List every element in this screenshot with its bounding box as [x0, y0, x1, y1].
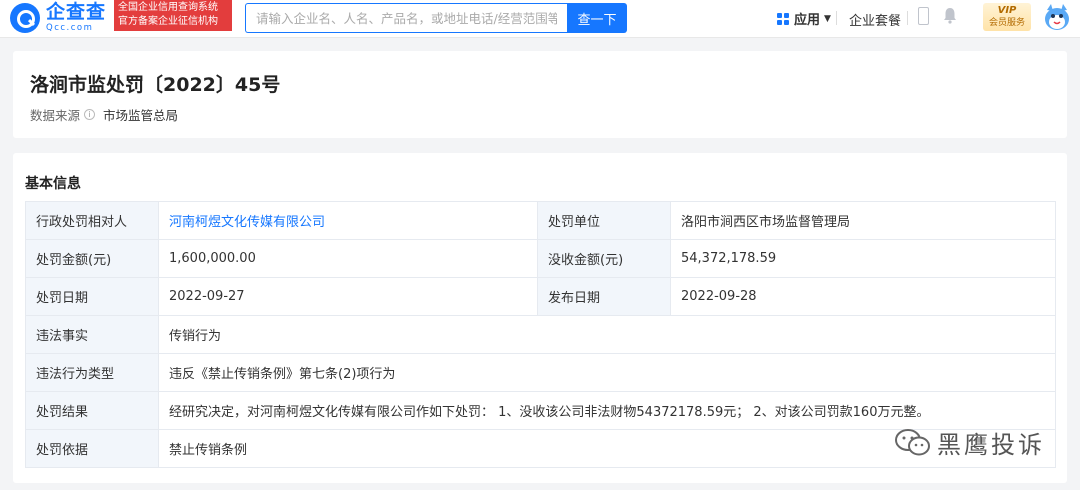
- field-label: 处罚金额(元): [25, 239, 159, 278]
- user-avatar-icon[interactable]: [1041, 2, 1073, 32]
- logo-domain: Qcc.com: [46, 23, 94, 34]
- field-value: 经研究决定，对河南柯煜文化传媒有限公司作如下处罚： 1、没收该公司非法财物543…: [158, 391, 1056, 430]
- search-input[interactable]: [245, 3, 567, 33]
- apps-grid-icon: [777, 12, 789, 25]
- field-label: 行政处罚相对人: [25, 201, 159, 240]
- field-label: 违法事实: [25, 315, 159, 354]
- search-button[interactable]: 查一下: [567, 3, 627, 33]
- logo-chinese-name: 企查查: [46, 1, 107, 24]
- page-title: 洛涧市监处罚〔2022〕45号: [30, 74, 281, 96]
- nav-enterprise-package[interactable]: 企业套餐: [849, 10, 901, 29]
- table-row: 违法行为类型 违反《禁止传销条例》第七条(2)项行为: [25, 353, 1056, 392]
- field-label: 没收金额(元): [537, 239, 671, 278]
- notification-bell-icon[interactable]: [943, 7, 957, 24]
- data-source-row: 数据来源 i 市场监管总局: [30, 105, 178, 124]
- field-value: 河南柯煜文化传媒有限公司: [158, 201, 538, 240]
- field-label: 处罚结果: [25, 391, 159, 430]
- field-value: 违反《禁止传销条例》第七条(2)项行为: [158, 353, 1056, 392]
- field-value: 传销行为: [158, 315, 1056, 354]
- penalty-title-card: 洛涧市监处罚〔2022〕45号 数据来源 i 市场监管总局: [13, 51, 1067, 138]
- field-label: 违法行为类型: [25, 353, 159, 392]
- magnifier-logo-icon: [10, 3, 40, 33]
- watermark: 黑鹰投诉: [893, 425, 1045, 460]
- data-source-value: 市场监管总局: [103, 108, 179, 123]
- table-row: 处罚结果 经研究决定，对河南柯煜文化传媒有限公司作如下处罚： 1、没收该公司非法…: [25, 391, 1056, 430]
- table-row: 处罚日期 2022-09-27 发布日期 2022-09-28: [25, 277, 1056, 316]
- vip-member-button[interactable]: VIP 会员服务: [983, 3, 1031, 31]
- field-label: 处罚依据: [25, 429, 159, 468]
- info-icon[interactable]: i: [84, 109, 96, 120]
- company-link[interactable]: 河南柯煜文化传媒有限公司: [169, 215, 325, 230]
- field-value: 1,600,000.00: [158, 239, 538, 278]
- data-source-label: 数据来源: [30, 108, 81, 123]
- field-label: 发布日期: [537, 277, 671, 316]
- field-label: 处罚日期: [25, 277, 159, 316]
- nav-divider: [836, 11, 837, 25]
- qcc-logo[interactable]: 企查查 Qcc.com: [10, 3, 106, 33]
- watermark-text: 黑鹰投诉: [937, 431, 1045, 459]
- nav-apps-menu[interactable]: 应用 ▼: [777, 9, 831, 28]
- official-badge: 全国企业信用查询系统 官方备案企业征信机构: [114, 0, 232, 31]
- table-row: 违法事实 传销行为: [25, 315, 1056, 354]
- field-value: 洛阳市涧西区市场监督管理局: [670, 201, 1056, 240]
- mobile-phone-icon[interactable]: [918, 7, 929, 25]
- section-title: 基本信息: [25, 176, 81, 192]
- nav-divider: [907, 11, 908, 25]
- field-value: 2022-09-27: [158, 277, 538, 316]
- field-label: 处罚单位: [537, 201, 671, 240]
- field-value: 54,372,178.59: [670, 239, 1056, 278]
- wechat-icon: [895, 428, 930, 455]
- caret-down-icon: ▼: [824, 13, 831, 24]
- table-row: 处罚金额(元) 1,600,000.00 没收金额(元) 54,372,178.…: [25, 239, 1056, 278]
- table-row: 行政处罚相对人 河南柯煜文化传媒有限公司 处罚单位 洛阳市涧西区市场监督管理局: [25, 201, 1056, 240]
- top-navigation-bar: 企查查 Qcc.com 全国企业信用查询系统 官方备案企业征信机构 查一下 应用…: [0, 0, 1080, 38]
- field-value: 2022-09-28: [670, 277, 1056, 316]
